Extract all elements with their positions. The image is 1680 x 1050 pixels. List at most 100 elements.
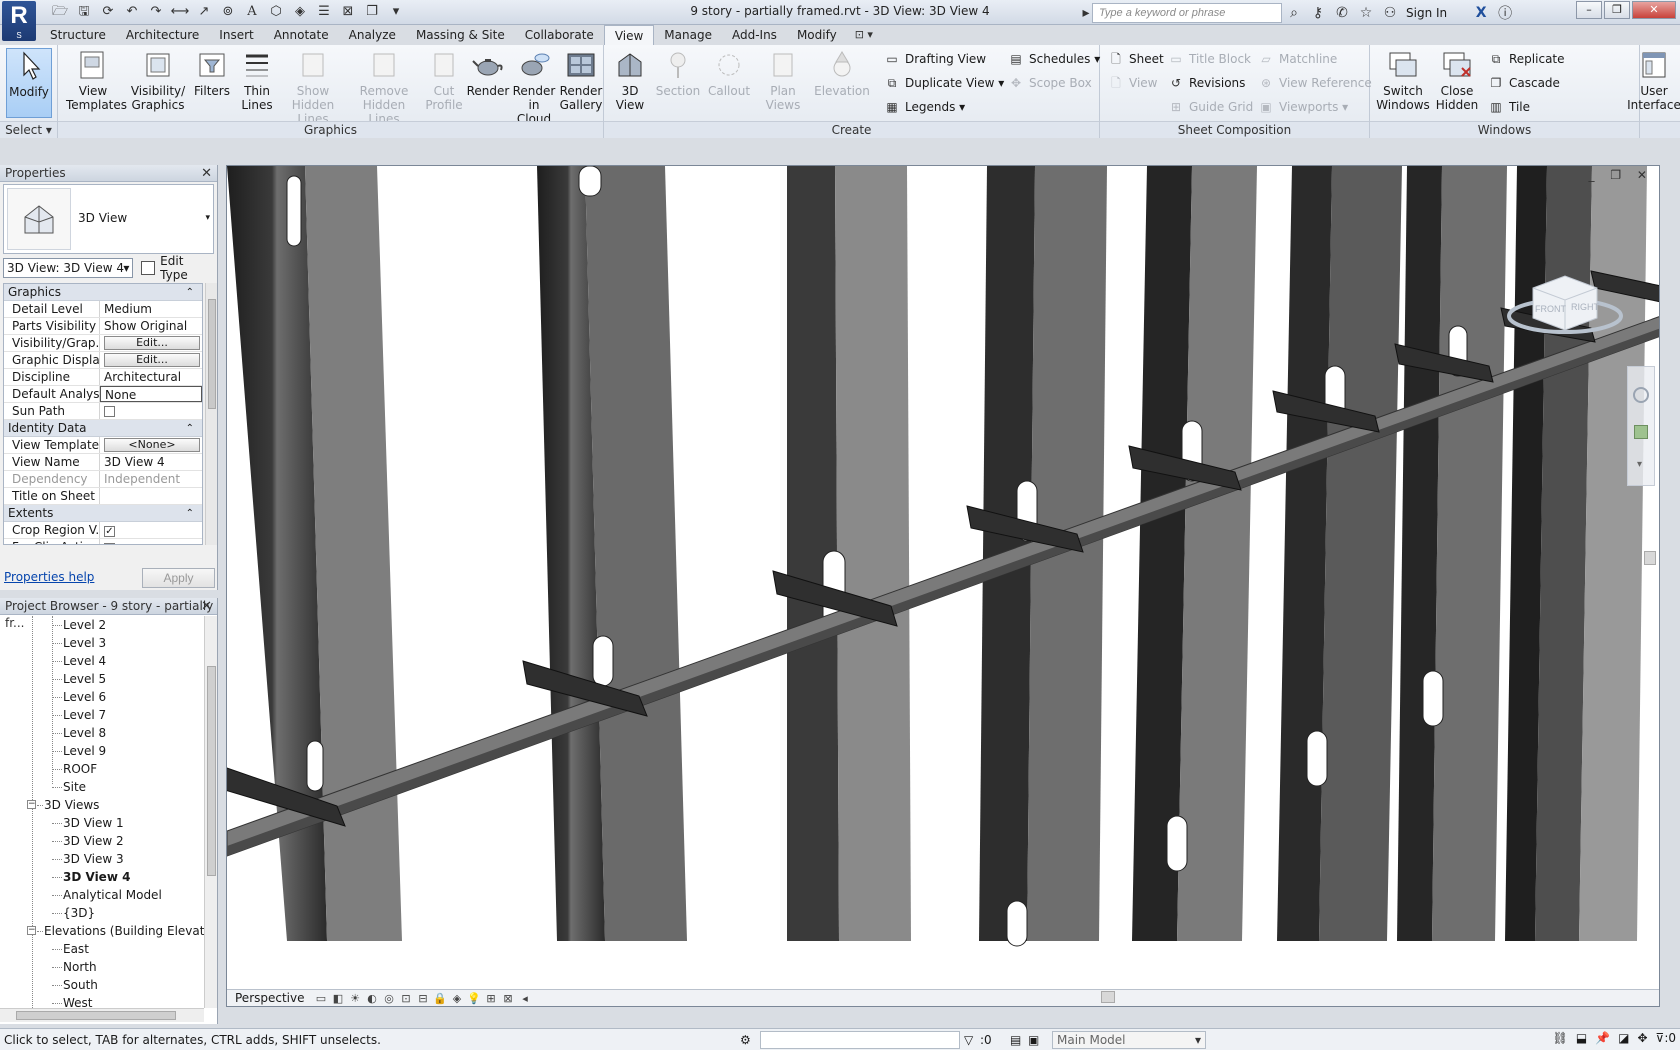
visual-style-icon[interactable]: ◧ — [330, 992, 347, 1005]
category-graphics[interactable]: Graphics ⌃ — [4, 284, 202, 301]
browser-vertical-scrollbar[interactable] — [204, 616, 217, 1008]
browser-hscroll-thumb[interactable] — [16, 1011, 176, 1020]
tree-item[interactable]: {3D} — [0, 904, 204, 922]
revisions-button[interactable]: ↺ Revisions — [1168, 72, 1245, 94]
minimize-button[interactable]: – — [1576, 1, 1602, 19]
binoculars-icon[interactable]: ⌕ — [1282, 5, 1306, 21]
design-options-box-icon[interactable]: ▣ — [1028, 1033, 1046, 1047]
tree-group[interactable]: −Elevations (Building Elevation — [0, 922, 204, 940]
maximize-button[interactable]: ❐ — [1604, 1, 1630, 19]
subscription-icon[interactable]: ⚷ — [1306, 5, 1330, 21]
tree-item[interactable]: East — [0, 940, 204, 958]
properties-scrollbar[interactable] — [205, 283, 217, 545]
render-in-cloud-button[interactable]: Render in Cloud — [510, 48, 558, 126]
instance-filter-select[interactable]: 3D View: 3D View 4 — [3, 258, 134, 278]
highlight-displacement-icon[interactable]: ⊠ — [500, 992, 517, 1005]
select-links-icon[interactable]: ⛓ — [1553, 1031, 1568, 1045]
detail-level-icon[interactable]: ▭ — [313, 992, 330, 1005]
properties-scroll-thumb[interactable] — [208, 299, 216, 409]
temp-hide-icon[interactable]: ◈ — [449, 992, 466, 1005]
tree-item[interactable]: Level 6 — [0, 688, 204, 706]
category-extents[interactable]: Extents ⌃ — [4, 505, 202, 522]
filter-icon[interactable]: ⊽:0 — [1656, 1031, 1676, 1045]
property-edit-button[interactable]: Edit... — [104, 336, 200, 350]
tab-add-ins[interactable]: Add-Ins — [722, 25, 787, 45]
tile-button[interactable]: ▥ Tile — [1488, 96, 1530, 118]
drafting-view-button[interactable]: ▭ Drafting View — [884, 48, 986, 70]
viewcube[interactable]: FRONT RIGHT — [1505, 256, 1625, 346]
design-option-select[interactable]: Main Model — [1052, 1031, 1206, 1049]
tree-item[interactable]: Level 2 — [0, 616, 204, 634]
select-panel-label[interactable]: Select ▾ — [0, 121, 57, 138]
properties-help-link[interactable]: Properties help — [4, 570, 94, 584]
tab-massing-site[interactable]: Massing & Site — [406, 25, 515, 45]
close-button[interactable]: ✕ — [1632, 1, 1676, 19]
render-button[interactable]: Render — [466, 48, 510, 118]
property-checkbox[interactable]: ✓ — [104, 543, 115, 544]
view-templates-button[interactable]: View Templates — [66, 48, 127, 118]
tree-item[interactable]: 3D View 4 — [0, 868, 204, 886]
property-edit-button[interactable]: Edit... — [104, 353, 200, 367]
close-hidden-button[interactable]: Close Hidden — [1434, 48, 1480, 118]
select-underlay-icon[interactable]: ⬓ — [1576, 1031, 1587, 1045]
property-value[interactable]: None — [100, 386, 202, 402]
property-value[interactable]: Edit... — [100, 352, 202, 368]
tree-item[interactable]: Level 3 — [0, 634, 204, 652]
edit-type-button[interactable]: Edit Type — [141, 254, 214, 282]
select-by-face-icon[interactable]: ◪ — [1618, 1031, 1629, 1045]
sheet-button[interactable]: 🗋 Sheet — [1108, 48, 1164, 70]
show-hidden-lines-button[interactable]: Show Hidden Lines — [280, 48, 346, 126]
property-value[interactable]: Edit... — [100, 335, 202, 351]
worksets-icon[interactable]: ⚙ — [740, 1033, 756, 1047]
user-icon[interactable]: ⚇ — [1378, 5, 1402, 21]
thin-lines-button[interactable]: Thin Lines — [236, 48, 278, 118]
canvas-hscroll-thumb[interactable] — [1101, 991, 1115, 1003]
property-value[interactable]: Architectural — [100, 369, 202, 385]
legends-button[interactable]: ▦ Legends ▾ — [884, 96, 965, 118]
tree-expander-icon[interactable]: − — [27, 800, 36, 809]
tab-annotate[interactable]: Annotate — [264, 25, 339, 45]
search-input[interactable] — [1092, 2, 1282, 23]
properties-close-icon[interactable]: ✕ — [201, 165, 212, 182]
tree-item[interactable]: ROOF — [0, 760, 204, 778]
drag-elements-icon[interactable]: ✥ — [1637, 1031, 1647, 1045]
tab-insert[interactable]: Insert — [209, 25, 263, 45]
viewports-button[interactable]: ▣ Viewports ▾ — [1258, 96, 1348, 118]
help-icon[interactable]: ⓘ — [1493, 3, 1517, 23]
property-value[interactable] — [100, 488, 202, 504]
cut-profile-button[interactable]: Cut Profile — [418, 48, 470, 118]
tab-structure[interactable]: Structure — [40, 25, 116, 45]
type-selector[interactable]: 3D View ▾ — [3, 184, 214, 254]
expand-arrow-icon[interactable]: ▸ — [1080, 5, 1092, 21]
category-identity-data[interactable]: Identity Data ⌃ — [4, 420, 202, 437]
editable-only-icon[interactable]: ▽ — [964, 1033, 980, 1047]
property-value[interactable]: <None> — [100, 437, 202, 453]
canvas-vertical-scrollbar[interactable] — [1642, 166, 1659, 991]
tree-item[interactable]: Level 9 — [0, 742, 204, 760]
user-interface-button[interactable]: User Interface — [1626, 48, 1680, 118]
modify-button[interactable]: Modify — [6, 48, 52, 118]
property-value[interactable]: Medium — [100, 301, 202, 317]
replicate-button[interactable]: ⧉ Replicate — [1488, 48, 1565, 70]
analytical-model-icon[interactable]: ⊞ — [483, 992, 500, 1005]
property-edit-button[interactable]: <None> — [104, 438, 200, 452]
project-browser-close-icon[interactable]: ✕ — [201, 598, 212, 615]
tab-architecture[interactable]: Architecture — [116, 25, 209, 45]
filters-button[interactable]: Filters — [190, 48, 234, 118]
projection-label[interactable]: Perspective — [227, 991, 305, 1005]
guide-grid-button[interactable]: ⊞ Guide Grid — [1168, 96, 1253, 118]
tree-item[interactable]: Level 4 — [0, 652, 204, 670]
tab-view[interactable]: View — [603, 25, 655, 45]
tree-item[interactable]: Site — [0, 778, 204, 796]
browser-horizontal-scrollbar[interactable] — [0, 1008, 204, 1022]
scope-box-button[interactable]: ✥ Scope Box — [1008, 72, 1092, 94]
drawing-area[interactable]: _ ❐ ✕ FRONT RIGHT ▾ Perspective ▭ ◧ ☀ ◐ … — [226, 165, 1660, 1007]
section-button[interactable]: Section — [654, 48, 702, 118]
crop-view-icon[interactable]: ⊡ — [398, 992, 415, 1005]
canvas-horizontal-scrollbar[interactable] — [561, 989, 1659, 1006]
communication-icon[interactable]: ✆ — [1330, 5, 1354, 21]
collapse-icon[interactable]: ⌃ — [186, 505, 194, 522]
elevation-button[interactable]: Elevation — [814, 48, 870, 118]
cascade-button[interactable]: ❐ Cascade — [1488, 72, 1560, 94]
canvas-vscroll-thumb[interactable] — [1644, 551, 1656, 565]
